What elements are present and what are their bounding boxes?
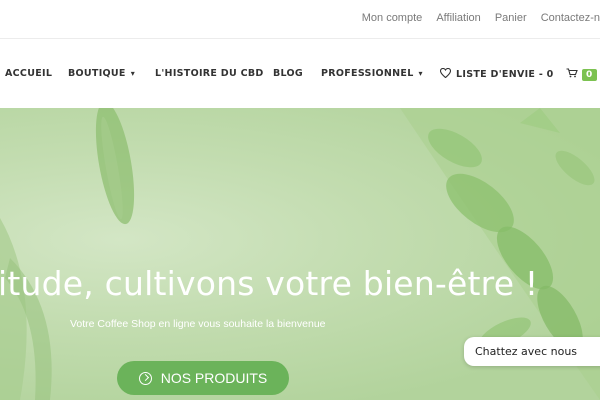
cta-label: NOS PRODUITS [160, 370, 268, 386]
nav-item-wishlist[interactable]: LISTE D'ENVIE - 0 [439, 67, 554, 80]
nav-item-professionnel[interactable]: PROFESSIONNEL ▾ [321, 68, 423, 79]
nos-produits-button[interactable]: NOS PRODUITS [117, 361, 289, 395]
heart-icon [439, 67, 452, 79]
cart-icon [566, 68, 578, 78]
cart-link[interactable]: Panier [495, 12, 527, 24]
chat-widget-button[interactable]: Chattez avec nous [464, 337, 600, 366]
nav-item-boutique[interactable]: BOUTIQUE ▾ [68, 68, 135, 79]
nav-label: BLOG [273, 68, 304, 79]
main-nav: ACCUEIL BOUTIQUE ▾ L'HISTOIRE DU CBD BLOG… [0, 39, 600, 108]
hero-subtitle: Votre Coffee Shop en ligne vous souhaite… [70, 318, 326, 330]
nav-item-accueil[interactable]: ACCUEIL [5, 68, 52, 79]
cart-count-badge: 0 [582, 69, 597, 81]
nav-label: BOUTIQUE [68, 68, 126, 79]
affiliation-link[interactable]: Affiliation [436, 12, 480, 24]
nav-label: L'HISTOIRE DU CBD [155, 68, 264, 79]
top-bar: Mon compte Affiliation Panier Contactez-… [0, 0, 600, 39]
nav-label: PROFESSIONNEL [321, 68, 414, 79]
chevron-down-icon: ▾ [418, 69, 423, 78]
nav-item-blog[interactable]: BLOG [273, 68, 303, 79]
cart-button[interactable]: 0 [566, 68, 597, 81]
chevron-down-icon: ▾ [130, 69, 136, 78]
chat-label: Chattez avec nous [475, 345, 578, 358]
contact-link[interactable]: Contactez-n [541, 12, 600, 24]
my-account-link[interactable]: Mon compte [362, 12, 423, 24]
nav-item-histoire[interactable]: L'HISTOIRE DU CBD [155, 68, 264, 79]
arrow-circle-right-icon [138, 371, 152, 385]
hero-title: itude, cultivons votre bien-être ! [0, 264, 539, 303]
wishlist-label: LISTE D'ENVIE - 0 [456, 69, 554, 80]
nav-label: ACCUEIL [5, 68, 53, 79]
top-links: Mon compte Affiliation Panier Contactez-… [351, 12, 600, 24]
